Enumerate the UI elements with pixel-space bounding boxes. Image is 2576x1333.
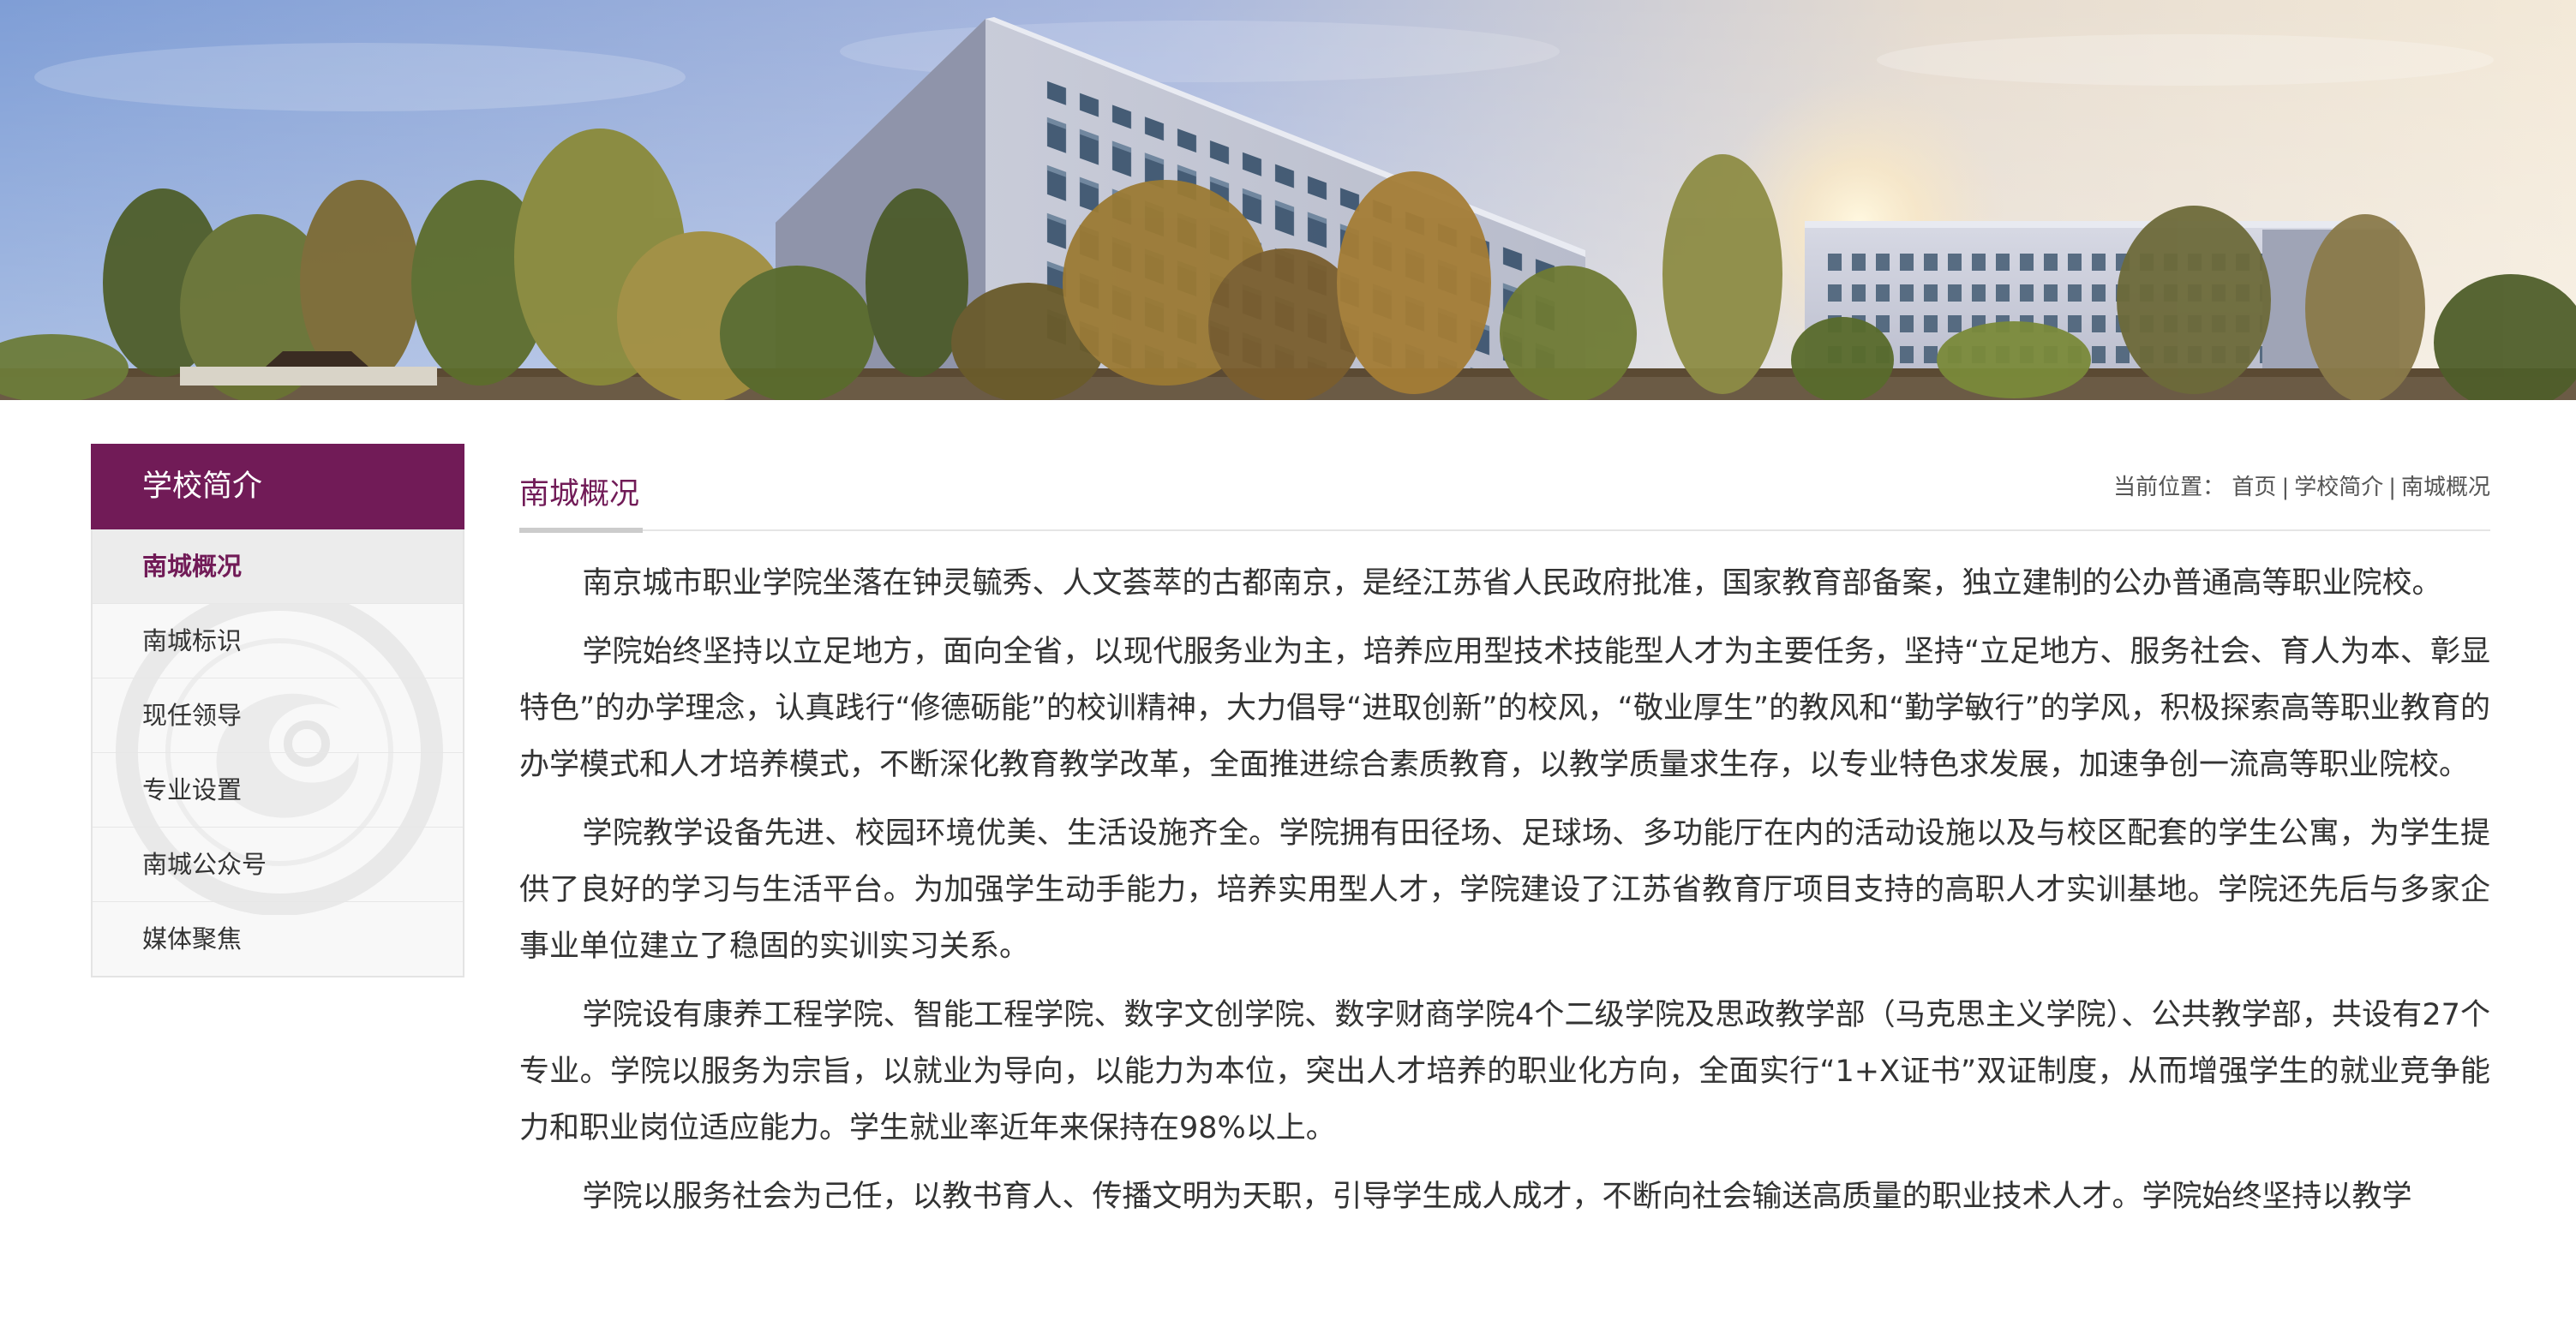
breadcrumb: 当前位置： 首页 | 学校简介 | 南城概况 — [2113, 469, 2490, 501]
sidebar-item-nancheng-identity[interactable]: 南城标识 — [93, 604, 463, 678]
article-paragraph: 学院教学设备先进、校园环境优美、生活设施齐全。学院拥有田径场、足球场、多功能厅在… — [519, 816, 2490, 964]
breadcrumb-home-link[interactable]: 首页 — [2232, 475, 2276, 500]
sidebar-item-current-leaders[interactable]: 现任领导 — [93, 678, 463, 753]
sidebar: 学校简介 南城概况 南城标识 现任领导 专业设置 南城公众号 媒体聚焦 — [91, 444, 464, 977]
breadcrumb-current-link[interactable]: 南城概况 — [2401, 475, 2490, 500]
article-paragraph: 学院以服务社会为己任，以教书育人、传播文明为天职，引导学生成人成才，不断向社会输… — [582, 1180, 2412, 1214]
breadcrumb-prefix: 当前位置： — [2113, 475, 2226, 500]
article-body: 南京城市职业学院坐落在钟灵毓秀、人文荟萃的古都南京，是经江苏省人民政府批准，国家… — [519, 555, 2490, 1225]
sidebar-item-majors[interactable]: 专业设置 — [93, 753, 463, 828]
content-title-bar: 南城概况 当前位置： 首页 | 学校简介 | 南城概况 — [519, 444, 2490, 533]
sidebar-item-nancheng-overview[interactable]: 南城概况 — [93, 529, 463, 604]
campus-banner-image — [0, 0, 2576, 400]
sidebar-menu: 南城概况 南城标识 现任领导 专业设置 南城公众号 媒体聚焦 — [91, 529, 464, 977]
article-paragraph: 南京城市职业学院坐落在钟灵毓秀、人文荟萃的古都南京，是经江苏省人民政府批准，国家… — [582, 566, 2442, 601]
page-title: 南城概况 — [519, 477, 640, 511]
sidebar-title: 学校简介 — [91, 444, 464, 529]
breadcrumb-separator: | — [2388, 475, 2396, 500]
breadcrumb-separator: | — [2281, 475, 2290, 500]
main-content: 南城概况 当前位置： 首页 | 学校简介 | 南城概况 南京城市职业学院坐落在钟灵毓秀、… — [519, 444, 2490, 1237]
campus-banner — [0, 0, 2576, 400]
article-paragraph: 学院设有康养工程学院、智能工程学院、数字文创学院、数字财商学院4个二级学院及思政… — [519, 998, 2490, 1145]
breadcrumb-school-intro-link[interactable]: 学校简介 — [2294, 475, 2383, 500]
sidebar-item-official-account[interactable]: 南城公众号 — [93, 828, 463, 902]
article-paragraph: 学院始终坚持以立足地方，面向全省，以现代服务业为主，培养应用型技术技能型人才为主… — [519, 635, 2490, 782]
title-underline — [519, 528, 643, 533]
sidebar-item-media-focus[interactable]: 媒体聚焦 — [93, 902, 463, 976]
